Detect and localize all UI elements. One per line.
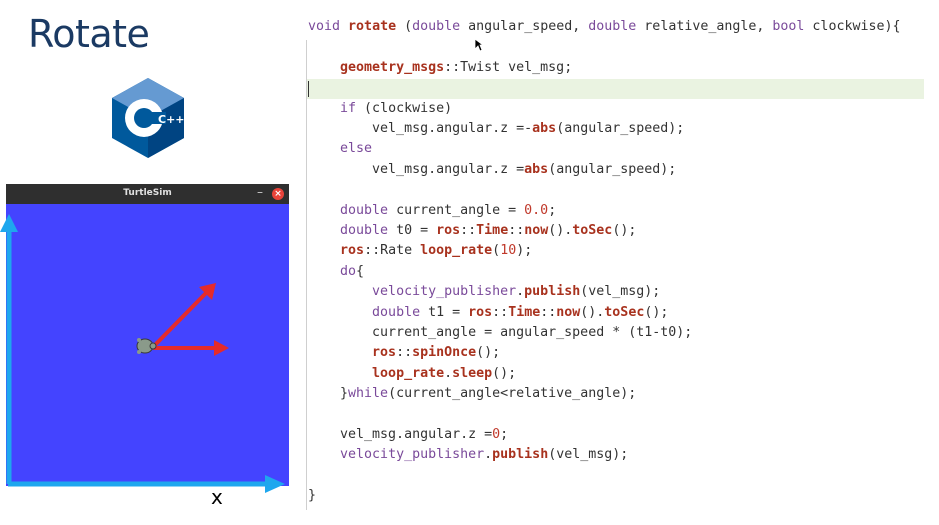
- turtle-icon: [136, 338, 157, 354]
- mouse-pointer-icon: [474, 38, 484, 52]
- code-line: ros::spinOnce();: [372, 345, 501, 361]
- code-line: vel_msg.angular.z =-abs(angular_speed);: [308, 121, 685, 136]
- code-line: geometry_msgs::Twist vel_msg;: [340, 59, 573, 75]
- code-line: double t0 = ros::Time::now().toSec();: [340, 223, 637, 238]
- code-line: else: [340, 141, 373, 157]
- code-line: if (clockwise): [340, 100, 453, 116]
- code-line: void rotate (double angular_speed, doubl…: [308, 19, 901, 34]
- code-line: double current_angle = 0.0;: [340, 202, 557, 218]
- code-line: vel_msg.angular.z =0;: [308, 427, 509, 442]
- y-axis-arrowhead: [0, 214, 18, 232]
- code-line: }while(current_angle<relative_angle);: [308, 386, 637, 402]
- code-line: velocity_publisher.publish(vel_msg);: [340, 447, 629, 463]
- code-line: do{: [340, 263, 365, 279]
- code-line: vel_msg.angular.z =abs(angular_speed);: [308, 161, 677, 177]
- code-line: velocity_publisher.publish(vel_msg);: [372, 284, 661, 300]
- initial-heading-arrowhead: [214, 340, 229, 356]
- rotated-heading-arrow: [151, 289, 210, 349]
- current-line-highlight: [307, 79, 924, 99]
- text-cursor: [308, 81, 309, 97]
- code-line: current_angle = angular_speed * (t1-t0);: [308, 325, 693, 340]
- x-axis-arrowhead: [265, 475, 285, 493]
- code-line: double t1 = ros::Time::now().toSec();: [372, 304, 669, 320]
- indent-guide: [306, 40, 307, 510]
- code-line: }: [308, 488, 317, 504]
- code-line: loop_rate.sleep();: [372, 365, 517, 381]
- code-editor: void rotate (double angular_speed, doubl…: [300, 0, 939, 525]
- x-axis-label: x: [211, 485, 223, 509]
- code-line: ros::Rate loop_rate(10);: [340, 243, 533, 259]
